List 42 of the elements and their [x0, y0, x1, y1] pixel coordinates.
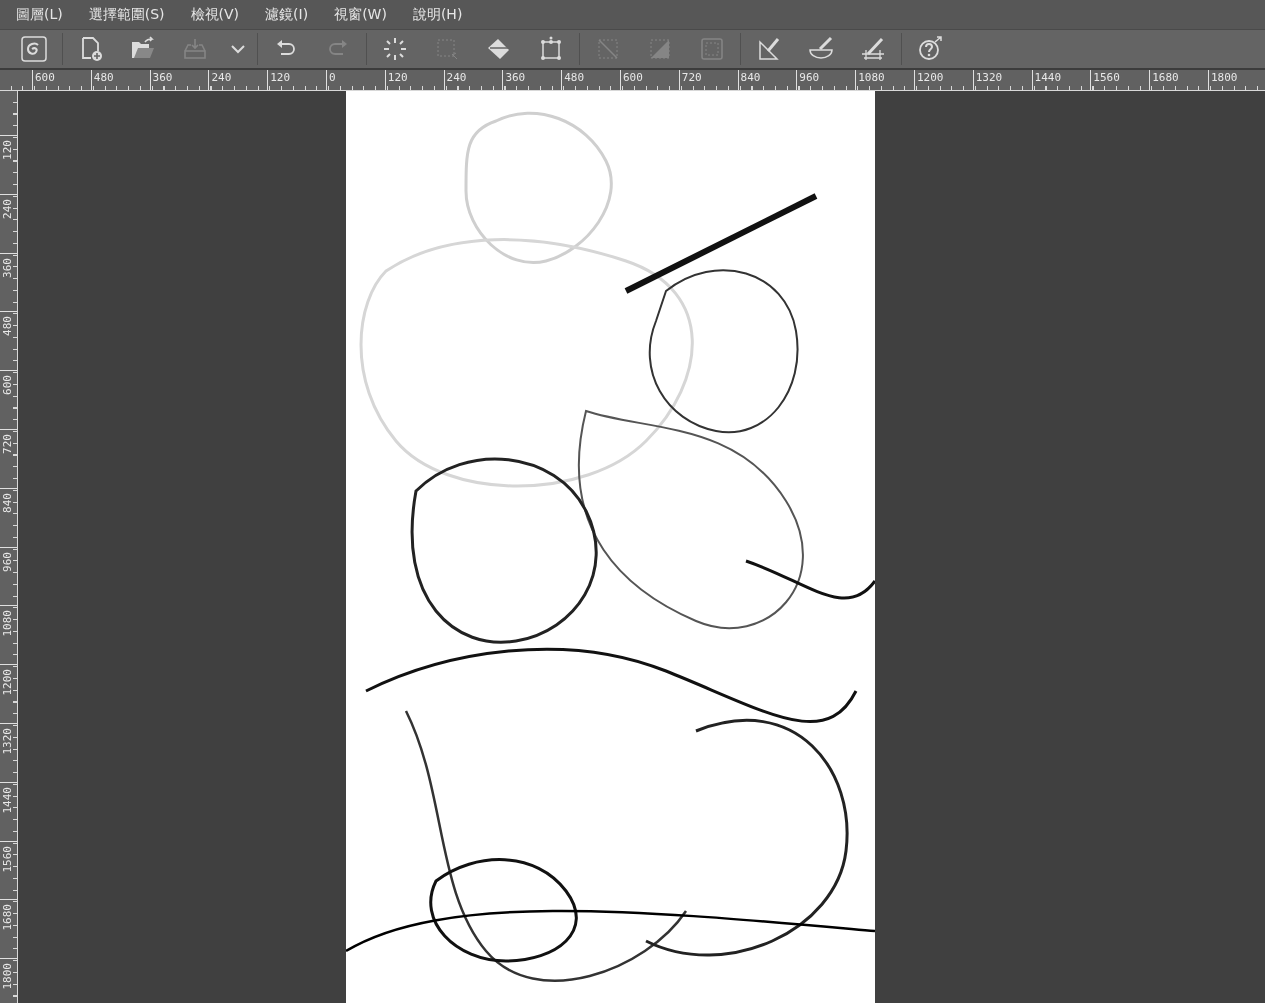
ruler-label: 360	[149, 70, 209, 90]
ruler-label: 1560	[1, 845, 14, 873]
menu-item[interactable]: 濾鏡(I)	[265, 5, 309, 24]
ruler-label: 960	[1, 551, 14, 572]
ruler-label: 1200	[1, 669, 14, 696]
ruler-label: 120	[1, 140, 14, 160]
ruler-label: 1800	[1, 963, 14, 990]
ruler-label: 1800	[1207, 70, 1265, 90]
ruler-label: 1080	[1, 610, 14, 637]
menu-item[interactable]: 檢視(V)	[190, 5, 240, 24]
ruler-label: 480	[1, 316, 14, 337]
ruler-label: 1680	[1149, 70, 1208, 90]
ruler-label: 480	[561, 70, 620, 90]
ruler-label: 1560	[1090, 70, 1150, 90]
ruler-label: 600	[619, 70, 679, 90]
ruler-label: 240	[208, 70, 268, 90]
ruler-label: 1080	[855, 70, 914, 90]
ruler-label: 120	[384, 70, 444, 90]
ruler-label: 600	[32, 70, 91, 90]
ruler-label: 720	[678, 70, 738, 90]
ruler-label: 600	[1, 375, 14, 396]
ruler-label: 240	[443, 70, 503, 90]
ruler-label: 1680	[1, 904, 14, 931]
ruler-label: 1320	[1, 727, 14, 755]
menu-item[interactable]: 圖層(L)	[16, 5, 63, 24]
ruler-label: 0	[326, 70, 385, 90]
ruler-label: 1320	[972, 70, 1032, 90]
menu-item[interactable]: 說明(H)	[412, 5, 463, 24]
ruler-label: 1440	[1031, 70, 1091, 90]
ruler-label: 120	[267, 70, 326, 90]
menu-item[interactable]: 視窗(W)	[334, 5, 387, 24]
ruler-label: 1440	[1, 786, 14, 814]
ruler-label: 480	[90, 70, 150, 90]
ruler-label: 840	[1, 492, 14, 513]
ruler-label: 1200	[913, 70, 973, 90]
menu-item[interactable]: 選擇範圍(S)	[88, 5, 165, 24]
ruler-label: 720	[1, 434, 14, 454]
ruler-label: 840	[737, 70, 797, 90]
ruler-label: 240	[1, 198, 14, 219]
ruler-label: 360	[502, 70, 562, 90]
ruler-label: 960	[796, 70, 856, 90]
ruler-label: 360	[1, 257, 14, 278]
